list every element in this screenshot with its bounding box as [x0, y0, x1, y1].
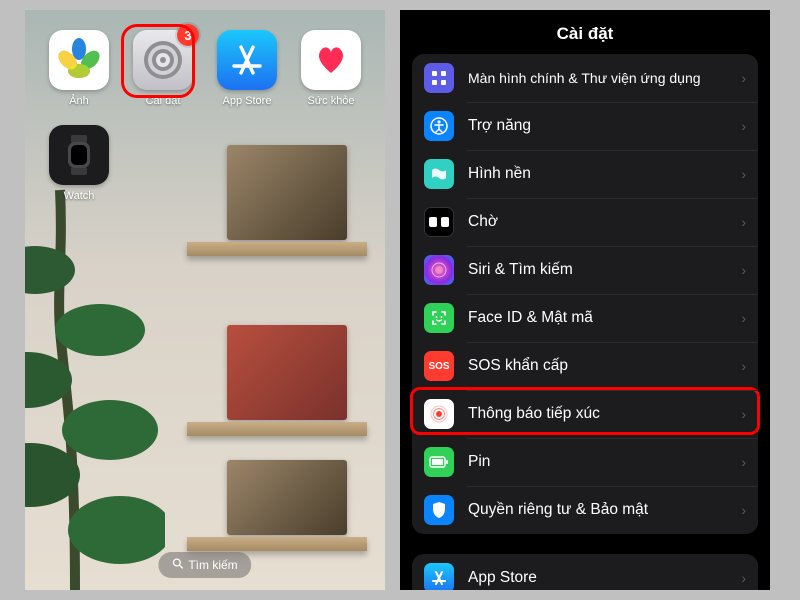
- row-label: Face ID & Mật mã: [468, 309, 727, 327]
- row-label: Chờ: [468, 213, 727, 231]
- settings-icon: 3: [133, 30, 193, 90]
- settings-row-wallpaper[interactable]: Hình nền ›: [412, 150, 758, 198]
- settings-row-battery[interactable]: Pin ›: [412, 438, 758, 486]
- chevron-right-icon: ›: [741, 310, 746, 326]
- appstore-icon: [424, 563, 454, 590]
- ios-settings-screen: Cài đặt Màn hình chính & Thư viện ứng dụ…: [400, 10, 770, 590]
- settings-row-siri[interactable]: Siri & Tìm kiếm ›: [412, 246, 758, 294]
- privacy-icon: [424, 495, 454, 525]
- settings-row-privacy[interactable]: Quyền riêng tư & Bảo mật ›: [412, 486, 758, 534]
- settings-group: Màn hình chính & Thư viện ứng dụng › Trợ…: [412, 54, 758, 534]
- settings-row-appstore[interactable]: App Store ›: [412, 554, 758, 590]
- row-label: Trợ năng: [468, 117, 727, 135]
- chevron-right-icon: ›: [741, 214, 746, 230]
- ios-home-screen: Ảnh 3 Cài đặt: [25, 10, 385, 590]
- row-label: SOS khẩn cấp: [468, 357, 727, 375]
- row-label: Hình nền: [468, 165, 727, 183]
- chevron-right-icon: ›: [741, 406, 746, 422]
- page-title: Cài đặt: [400, 10, 770, 54]
- health-icon: [301, 30, 361, 90]
- settings-row-faceid[interactable]: Face ID & Mật mã ›: [412, 294, 758, 342]
- row-label: Pin: [468, 453, 727, 471]
- settings-row-sos[interactable]: SOS SOS khẩn cấp ›: [412, 342, 758, 390]
- chevron-right-icon: ›: [741, 70, 746, 86]
- app-label: Watch: [64, 190, 95, 202]
- app-icon-photos[interactable]: Ảnh: [41, 30, 117, 107]
- wallpaper-icon: [424, 159, 454, 189]
- search-icon: [172, 558, 183, 572]
- app-icon-appstore[interactable]: App Store: [209, 30, 285, 107]
- appstore-icon: [217, 30, 277, 90]
- row-label: Quyền riêng tư & Bảo mật: [468, 501, 727, 519]
- app-label: Cài đặt: [146, 95, 181, 107]
- row-label: App Store: [468, 569, 727, 587]
- standby-icon: [424, 207, 454, 237]
- app-label: App Store: [223, 95, 272, 107]
- accessibility-icon: [424, 111, 454, 141]
- settings-row-exposure[interactable]: Thông báo tiếp xúc ›: [412, 390, 758, 438]
- home-screen-icon: [424, 63, 454, 93]
- app-icon-watch[interactable]: Watch: [41, 125, 117, 202]
- exposure-icon: [424, 399, 454, 429]
- row-label: Màn hình chính & Thư viện ứng dụng: [468, 70, 727, 86]
- chevron-right-icon: ›: [741, 358, 746, 374]
- settings-row-accessibility[interactable]: Trợ năng ›: [412, 102, 758, 150]
- notification-badge: 3: [177, 24, 199, 46]
- chevron-right-icon: ›: [741, 502, 746, 518]
- app-icon-settings[interactable]: 3 Cài đặt: [125, 30, 201, 107]
- settings-row-home-screen[interactable]: Màn hình chính & Thư viện ứng dụng ›: [412, 54, 758, 102]
- settings-group: App Store › Ví & Apple Pay ›: [412, 554, 758, 590]
- row-label: Thông báo tiếp xúc: [468, 405, 727, 423]
- chevron-right-icon: ›: [741, 454, 746, 470]
- sos-icon: SOS: [424, 351, 454, 381]
- spotlight-search[interactable]: Tìm kiếm: [158, 552, 251, 578]
- watch-icon: [49, 125, 109, 185]
- photos-icon: [49, 30, 109, 90]
- row-label: Siri & Tìm kiếm: [468, 261, 727, 279]
- chevron-right-icon: ›: [741, 262, 746, 278]
- app-label: Sức khỏe: [307, 95, 354, 107]
- search-label: Tìm kiếm: [188, 558, 237, 572]
- app-label: Ảnh: [69, 95, 89, 107]
- settings-row-standby[interactable]: Chờ ›: [412, 198, 758, 246]
- faceid-icon: [424, 303, 454, 333]
- siri-icon: [424, 255, 454, 285]
- chevron-right-icon: ›: [741, 570, 746, 586]
- app-icon-health[interactable]: Sức khỏe: [293, 30, 369, 107]
- battery-icon: [424, 447, 454, 477]
- chevron-right-icon: ›: [741, 118, 746, 134]
- wallpaper-shelf: [187, 325, 367, 435]
- chevron-right-icon: ›: [741, 166, 746, 182]
